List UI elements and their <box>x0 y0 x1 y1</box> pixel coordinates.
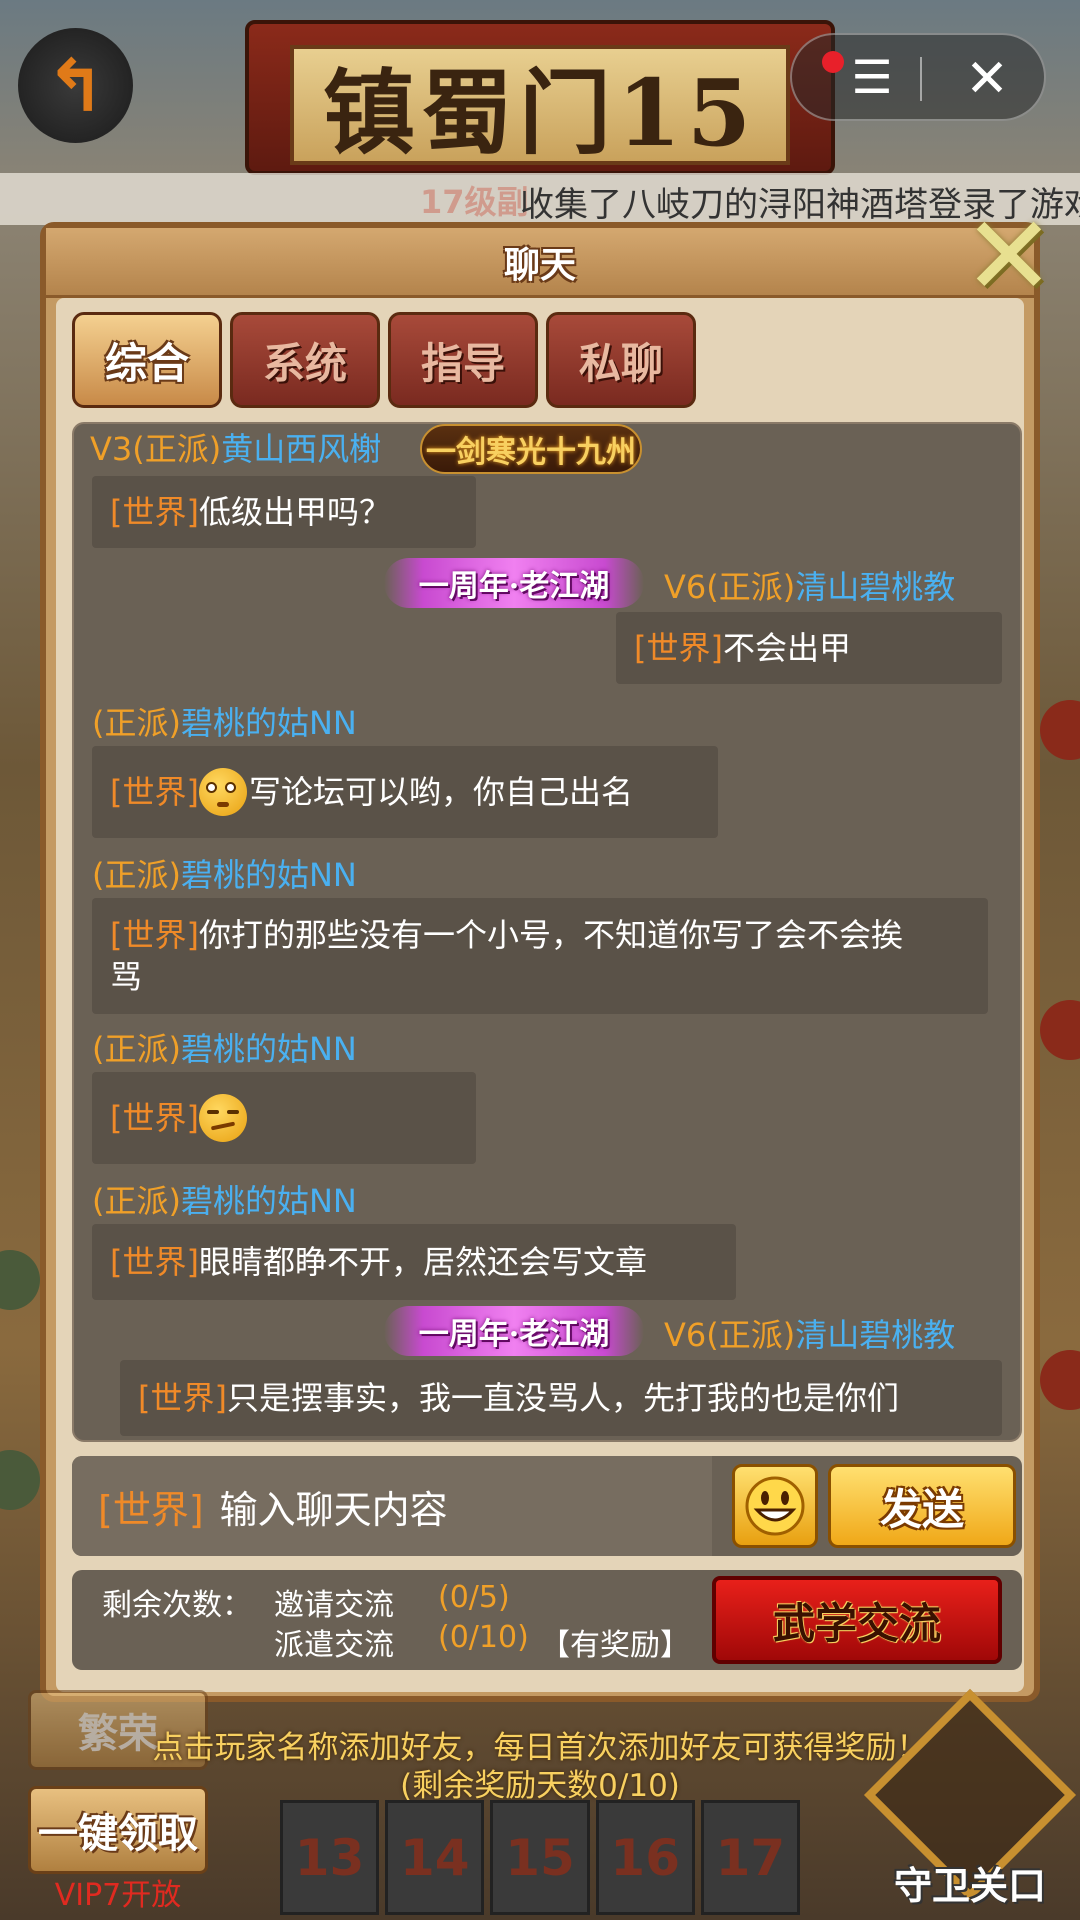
chat-sender[interactable]: V6(正派)清山碧桃教 <box>664 562 955 608</box>
chat-text: 不会出甲 <box>722 629 851 667</box>
chat-text: 眼睛都睁不开，居然还会写文章 <box>198 1243 647 1281</box>
chat-bubble: [世界] 眼睛都睁不开，居然还会写文章 <box>92 1224 736 1300</box>
one-key-claim-button[interactable]: 一键领取 <box>28 1786 208 1874</box>
title-badge: 一周年·老江湖 <box>384 1306 644 1356</box>
title-badge: 一剑寒光十九州 <box>420 424 642 474</box>
back-button[interactable]: ↰ <box>18 28 133 143</box>
input-placeholder: 输入聊天内容 <box>219 1487 448 1532</box>
sender-name[interactable]: 黄山西风榭 <box>221 430 381 468</box>
close-icon: ✕ <box>965 49 1009 109</box>
capsule-divider <box>920 57 922 101</box>
sender-vip-faction: (正派) <box>92 704 181 742</box>
chat-sender[interactable]: (正派)碧桃的姑NN <box>92 850 357 896</box>
sender-name[interactable]: 清山碧桃教 <box>795 568 955 606</box>
chat-text: 只是摆事实，我一直没骂人，先打我的也是你们 <box>226 1379 899 1417</box>
chat-text-line2: 骂 <box>110 958 143 996</box>
chat-text: 你打的那些没有一个小号，不知道你写了会不会挨 <box>198 916 903 954</box>
send-button[interactable]: 发送 <box>828 1464 1016 1548</box>
reward-note: 【有奖励】 <box>540 1628 690 1663</box>
level-tile[interactable]: 15 <box>490 1800 590 1915</box>
sender-name[interactable]: 碧桃的姑NN <box>181 856 357 894</box>
chat-bubble: [世界] 不会出甲 <box>616 612 1002 684</box>
chat-bubble: [世界] <box>92 1072 476 1164</box>
level-tile[interactable]: 16 <box>595 1800 695 1915</box>
flushed-face-emoji <box>198 768 247 816</box>
martial-exchange-button[interactable]: 武学交流 <box>712 1576 1002 1664</box>
chat-sender[interactable]: (正派)碧桃的姑NN <box>92 698 357 744</box>
chat-bubble: [世界] 写论坛可以哟，你自己出名 <box>92 746 718 838</box>
tab-guide[interactable]: 指导 <box>388 312 538 408</box>
guard-pass-button[interactable]: 守卫关口 <box>870 1730 1070 1920</box>
dialog-close-button[interactable]: ✕ <box>954 201 1064 311</box>
channel-tag: [世界] <box>634 629 723 667</box>
menu-button[interactable]: ☰ <box>832 47 912 107</box>
level-tile[interactable]: 14 <box>385 1800 485 1915</box>
chat-sender[interactable]: (正派)碧桃的姑NN <box>92 1024 357 1070</box>
close-app-button[interactable]: ✕ <box>942 41 1032 117</box>
input-channel-tag[interactable]: [世界] <box>98 1479 204 1534</box>
chat-bubble: [世界] 只是摆事实，我一直没骂人，先打我的也是你们 <box>120 1360 1002 1436</box>
vip-unlock-note: VIP7开放 <box>54 1878 182 1913</box>
chat-text: 写论坛可以哟，你自己出名 <box>248 773 633 811</box>
dialog-title: 聊天 <box>503 244 576 286</box>
channel-tag: [世界] <box>110 1243 199 1281</box>
smiley-icon <box>745 1476 805 1536</box>
remaining-label: 剩余次数： <box>102 1588 252 1623</box>
chat-dialog: 聊天 ✕ 综合 系统 指导 私聊 V3(正派)黄山西风榭 一剑寒光十九州 [世界… <box>40 201 1055 1702</box>
sender-name[interactable]: 碧桃的姑NN <box>181 1182 357 1220</box>
exchange-remaining-panel: 剩余次数： 邀请交流 (0/5) 派遣交流 (0/10) 【有奖励】 武学交流 <box>72 1570 1022 1670</box>
smirk-face-emoji <box>198 1094 247 1142</box>
channel-tag: [世界] <box>110 1099 199 1137</box>
emoji-button[interactable] <box>732 1464 818 1548</box>
channel-tag: [世界] <box>110 773 199 811</box>
chat-message-list[interactable]: V3(正派)黄山西风榭 一剑寒光十九州 [世界] 低级出甲吗？ 一周年·老江湖 V… <box>72 422 1022 1442</box>
chat-sender[interactable]: V6(正派)清山碧桃教 <box>664 1310 955 1356</box>
level-tile[interactable]: 13 <box>280 1800 380 1915</box>
marquee-ghost-text: 17级副 <box>420 183 529 221</box>
chat-sender[interactable]: V3(正派)黄山西风榭 <box>90 424 381 470</box>
title-badge: 一周年·老江湖 <box>384 558 644 608</box>
sender-vip-faction: (正派) <box>92 856 181 894</box>
level-title: 镇蜀门15 <box>322 58 758 167</box>
chat-input-bar: [世界] 输入聊天内容 发送 <box>72 1456 1022 1556</box>
channel-tag: [世界] <box>110 493 199 531</box>
level-banner: 镇蜀门15 <box>290 45 790 167</box>
announcement-marquee: 17级副 收集了八岐刀的浔阳神酒塔登录了游戏 <box>0 173 1080 225</box>
tab-general[interactable]: 综合 <box>72 312 222 408</box>
chat-bubble: [世界] 低级出甲吗？ <box>92 476 476 548</box>
invite-exchange-count: (0/5) <box>438 1580 510 1615</box>
channel-tag: [世界] <box>138 1379 227 1417</box>
notification-dot <box>822 51 844 73</box>
mini-program-capsule: ☰ ✕ <box>790 33 1046 121</box>
chat-input[interactable]: [世界] 输入聊天内容 <box>72 1456 712 1556</box>
chat-text: 低级出甲吗？ <box>198 493 391 531</box>
sender-vip-faction: V6(正派) <box>664 568 796 606</box>
sender-vip-faction: V6(正派) <box>664 1316 796 1354</box>
tab-private[interactable]: 私聊 <box>546 312 696 408</box>
back-arrow-icon: ↰ <box>45 43 106 128</box>
sender-name[interactable]: 碧桃的姑NN <box>181 704 357 742</box>
dispatch-exchange-label: 派遣交流 <box>274 1628 394 1663</box>
tab-system[interactable]: 系统 <box>230 312 380 408</box>
sender-vip-faction: (正派) <box>92 1030 181 1068</box>
sender-vip-faction: (正派) <box>92 1182 181 1220</box>
sender-vip-faction: V3(正派) <box>90 430 222 468</box>
dispatch-exchange-count: (0/10) <box>438 1620 529 1655</box>
chat-bubble: [世界]你打的那些没有一个小号，不知道你写了会不会挨 骂 <box>92 898 988 1014</box>
dialog-body: 综合 系统 指导 私聊 V3(正派)黄山西风榭 一剑寒光十九州 [世界] 低级出甲… <box>56 298 1024 1692</box>
channel-tag: [世界] <box>110 916 199 954</box>
chat-sender[interactable]: (正派)碧桃的姑NN <box>92 1176 357 1222</box>
menu-icon: ☰ <box>851 50 893 104</box>
invite-exchange-label: 邀请交流 <box>274 1588 394 1623</box>
sender-name[interactable]: 碧桃的姑NN <box>181 1030 357 1068</box>
sender-name[interactable]: 清山碧桃教 <box>795 1316 955 1354</box>
level-tile[interactable]: 17 <box>700 1800 801 1915</box>
level-selector: 13 14 15 16 17 <box>280 1800 801 1915</box>
dialog-header: 聊天 <box>46 228 1034 298</box>
